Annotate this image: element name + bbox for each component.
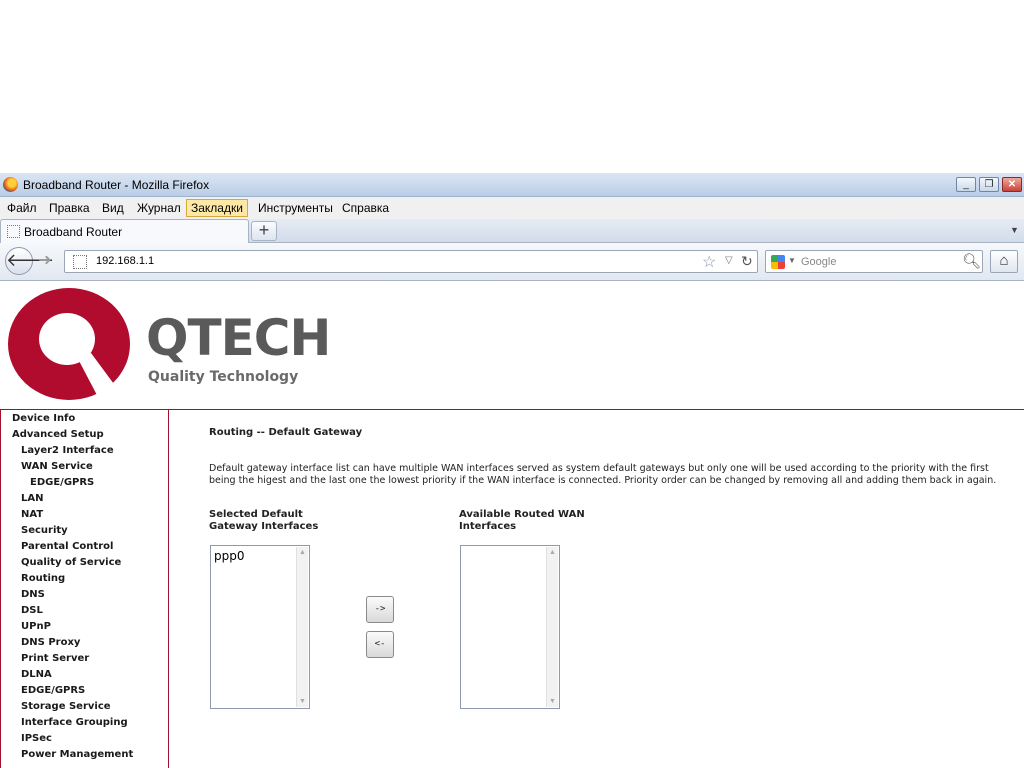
tab-list-chevron-down-icon[interactable]: ▼	[1010, 225, 1019, 235]
listbox-scrollbar[interactable]: ▲ ▼	[546, 547, 558, 707]
sidebar-item-device-info[interactable]: Device Info	[12, 413, 75, 424]
add-to-selected-button[interactable]: ->	[366, 596, 394, 623]
page-title: Routing -- Default Gateway	[209, 427, 363, 438]
address-bar[interactable]: 192.168.1.1 ☆ ▽ ↻	[64, 250, 758, 273]
back-button[interactable]: 🡐	[5, 247, 54, 275]
page-description: Default gateway interface list can have …	[209, 463, 997, 486]
reload-icon[interactable]: ↻	[741, 253, 753, 270]
search-engine-dropdown-icon[interactable]: ▼	[788, 256, 796, 265]
sidebar-item-dlna[interactable]: DLNA	[21, 669, 52, 680]
sidebar-item-dns[interactable]: DNS	[21, 589, 45, 600]
sidebar-item-wan-service[interactable]: WAN Service	[21, 461, 93, 472]
sidebar-item-ipsec[interactable]: IPSec	[21, 733, 52, 744]
sidebar-item-advanced-setup[interactable]: Advanced Setup	[12, 429, 104, 440]
close-button[interactable]: ✕	[1002, 177, 1022, 192]
minimize-button[interactable]: _	[956, 177, 976, 192]
sidebar-item-quality-of-service[interactable]: Quality of Service	[21, 557, 121, 568]
sidebar-item-print-server[interactable]: Print Server	[21, 653, 89, 664]
sidebar-item-security[interactable]: Security	[21, 525, 68, 536]
selected-gateway-listbox[interactable]: ppp0 ▲ ▼	[210, 545, 310, 709]
google-icon[interactable]	[771, 255, 785, 269]
listbox-scrollbar[interactable]: ▲ ▼	[296, 547, 308, 707]
sidebar-item-wan-edge-gprs[interactable]: EDGE/GPRS	[30, 477, 94, 488]
sidebar-item-interface-grouping[interactable]: Interface Grouping	[21, 717, 128, 728]
logo-name: QTECH	[146, 309, 331, 367]
search-bar[interactable]: ▼ Google 🔍︎	[765, 250, 983, 273]
home-icon: ⌂	[999, 252, 1009, 269]
sidebar-item-power-management[interactable]: Power Management	[21, 749, 133, 760]
available-wan-listbox[interactable]: ▲ ▼	[460, 545, 560, 709]
site-identity-icon[interactable]	[73, 255, 87, 269]
bookmark-star-icon[interactable]: ☆	[702, 252, 716, 272]
main-panel: Routing -- Default Gateway Default gatew…	[169, 410, 1024, 768]
remove-from-selected-button[interactable]: <-	[366, 631, 394, 658]
window-title: Broadband Router - Mozilla Firefox	[23, 178, 210, 192]
qtech-logo-icon	[8, 288, 130, 400]
restore-button[interactable]: ❐	[979, 177, 999, 192]
menu-tools[interactable]: Инструменты	[254, 199, 337, 217]
menu-help[interactable]: Справка	[338, 199, 393, 217]
firefox-icon	[3, 177, 18, 192]
menu-history[interactable]: Журнал	[133, 199, 185, 217]
page-icon	[7, 225, 20, 238]
url-text[interactable]: 192.168.1.1	[96, 255, 154, 267]
sidebar-item-parental-control[interactable]: Parental Control	[21, 541, 113, 552]
sidebar-item-upnp[interactable]: UPnP	[21, 621, 51, 632]
scroll-up-icon[interactable]: ▲	[549, 549, 556, 556]
sidebar-item-lan[interactable]: LAN	[21, 493, 43, 504]
forward-button[interactable]: ➜	[34, 251, 56, 271]
sidebar-item-edge-gprs[interactable]: EDGE/GPRS	[21, 685, 85, 696]
page-content: QTECH Quality Technology Device Info Adv…	[0, 281, 1024, 768]
new-tab-button[interactable]: +	[251, 221, 277, 241]
scroll-down-icon[interactable]: ▼	[549, 698, 556, 705]
arrow-right-icon: ➜	[38, 252, 52, 269]
home-button[interactable]: ⌂	[990, 250, 1018, 273]
search-placeholder[interactable]: Google	[801, 256, 836, 268]
history-dropdown-icon[interactable]: ▽	[725, 255, 733, 266]
list-item[interactable]: ppp0	[214, 549, 245, 563]
sidebar-nav: Device Info Advanced Setup Layer2 Interf…	[0, 410, 169, 768]
tab-label: Broadband Router	[24, 225, 123, 239]
browser-window: Broadband Router - Mozilla Firefox _ ❐ ✕…	[0, 173, 1024, 768]
tab-strip: Broadband Router + ▼	[0, 219, 1024, 243]
menu-bookmarks[interactable]: Закладки	[186, 199, 248, 217]
menu-view[interactable]: Вид	[98, 199, 128, 217]
available-wan-label: Available Routed WAN Interfaces	[459, 509, 585, 532]
sidebar-item-nat[interactable]: NAT	[21, 509, 43, 520]
sidebar-item-dns-proxy[interactable]: DNS Proxy	[21, 637, 80, 648]
scroll-up-icon[interactable]: ▲	[299, 549, 306, 556]
sidebar-item-storage-service[interactable]: Storage Service	[21, 701, 111, 712]
search-icon[interactable]: 🔍︎	[962, 252, 981, 270]
menu-edit[interactable]: Правка	[45, 199, 94, 217]
sidebar-item-routing[interactable]: Routing	[21, 573, 65, 584]
scroll-down-icon[interactable]: ▼	[299, 698, 306, 705]
menu-bar: Файл Правка Вид Журнал Закладки Инструме…	[0, 197, 1024, 219]
menu-file[interactable]: Файл	[3, 199, 41, 217]
selected-gateway-label: Selected Default Gateway Interfaces	[209, 509, 319, 532]
sidebar-item-layer2-interface[interactable]: Layer2 Interface	[21, 445, 114, 456]
navigation-toolbar: 🡐 ➜ 192.168.1.1 ☆ ▽ ↻ ▼ Google 🔍︎ ⌂	[0, 243, 1024, 281]
logo-banner: QTECH Quality Technology	[0, 281, 1024, 409]
logo-tagline: Quality Technology	[148, 369, 299, 385]
tab-broadband-router[interactable]: Broadband Router	[0, 219, 249, 243]
sidebar-item-dsl[interactable]: DSL	[21, 605, 43, 616]
title-bar: Broadband Router - Mozilla Firefox _ ❐ ✕	[0, 173, 1024, 197]
